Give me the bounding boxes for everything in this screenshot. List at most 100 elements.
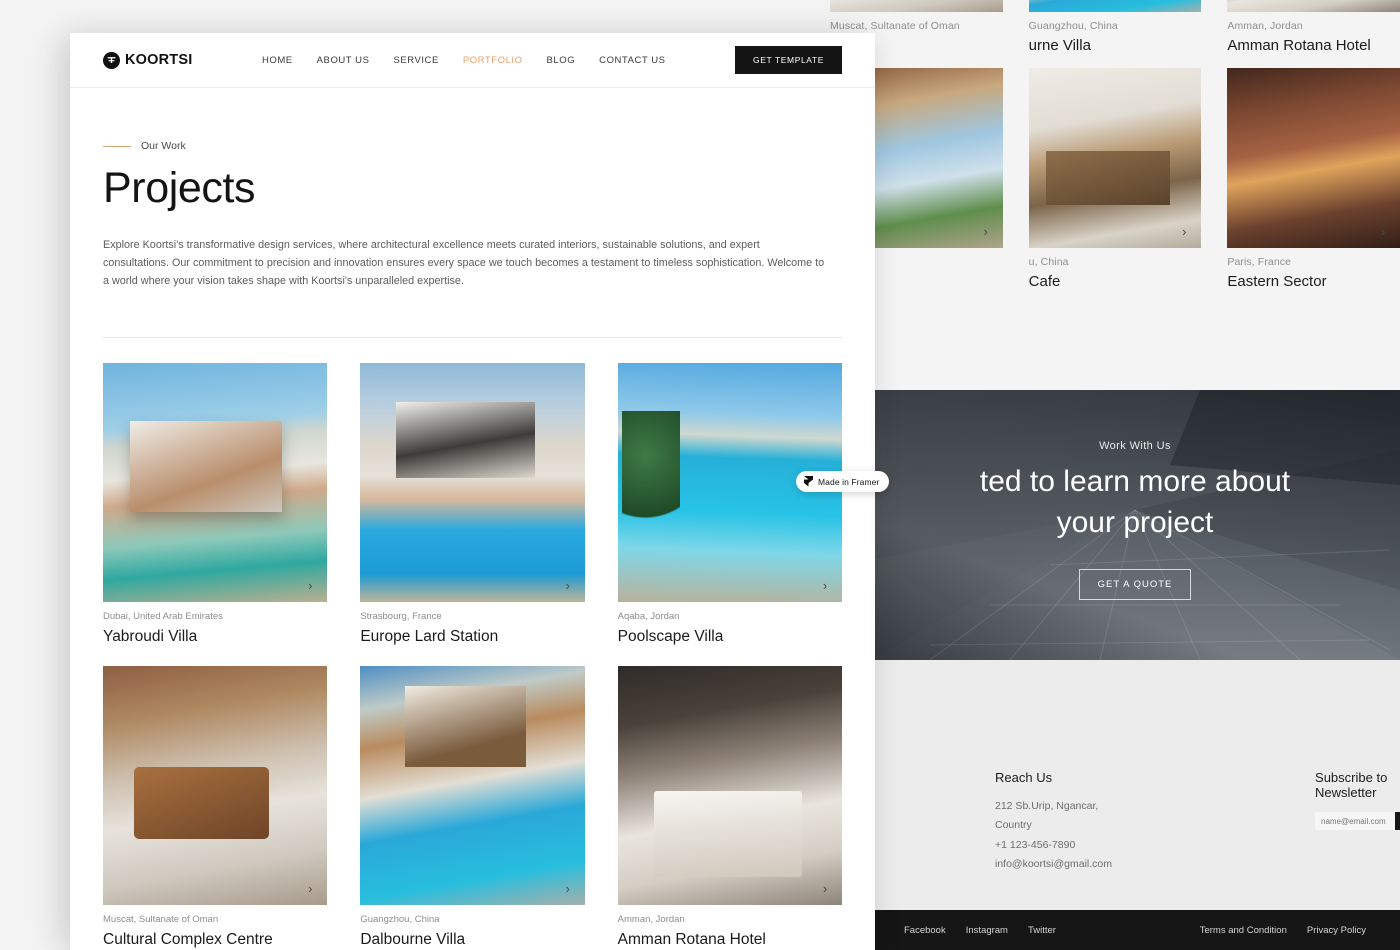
nav-link-service[interactable]: SERVICE	[393, 55, 438, 66]
footer-newsletter-heading: Subscribe to Newsletter	[1315, 770, 1388, 800]
footer-address: 212 Sb.Urip, Ngancar, Country	[995, 800, 1099, 832]
footer-phone: +1 123-456-7890	[995, 838, 1076, 851]
project-image: ›	[103, 666, 328, 906]
background-project-image: ›	[1227, 0, 1400, 12]
project-image: ›	[617, 666, 842, 906]
background-project-card[interactable]: › Paris, France Eastern Sector	[1227, 68, 1400, 290]
background-project-image: ›	[830, 0, 1003, 12]
background-project-card[interactable]: › u, China Cafe	[1028, 68, 1202, 290]
koortsi-logo-icon	[103, 51, 120, 69]
background-project-image: ›	[1028, 68, 1202, 248]
project-location: Amman, Jordan	[617, 914, 685, 926]
nav-link-contact-us[interactable]: CONTACT US	[599, 55, 665, 66]
project-photo	[360, 363, 585, 603]
newsletter-email-input[interactable]	[1315, 812, 1396, 830]
chevron-right-icon[interactable]: ›	[1372, 0, 1394, 6]
project-card[interactable]: › Guangzhou, China Dalbourne Villa	[360, 666, 585, 949]
chevron-right-icon[interactable]: ›	[814, 574, 836, 596]
background-project-location: Muscat, Sultanate of Oman	[830, 20, 960, 32]
eyebrow-rule	[103, 145, 131, 147]
site-navbar: KOORTSI HOME ABOUT US SERVICE PORTFOLIO BLOG…	[70, 33, 875, 88]
chevron-right-icon[interactable]: ›	[1173, 0, 1195, 6]
background-project-title: urne Villa	[1028, 37, 1091, 54]
legal-link-privacy-policy[interactable]: Privacy Policy	[1307, 925, 1366, 936]
get-a-quote-button[interactable]: GET A QUOTE	[1078, 569, 1192, 600]
project-card[interactable]: › Strasbourg, France Europe Lard Station	[360, 363, 585, 646]
framer-logo-icon	[804, 476, 813, 487]
newsletter-subscribe-button[interactable]: Subscribe	[1395, 812, 1400, 830]
nav-link-home[interactable]: HOME	[262, 55, 293, 66]
social-link-twitter[interactable]: Twitter	[1028, 925, 1056, 936]
background-project-meta: u, China Cafe	[1029, 248, 1202, 290]
background-row-2: › › u, China Cafe › Paris, France Eastern Sect…	[830, 68, 1400, 290]
logo[interactable]: KOORTSI	[103, 51, 192, 69]
hero-eyebrow: Our Work	[103, 140, 842, 152]
project-photo	[103, 666, 328, 906]
chevron-right-icon[interactable]: ›	[1173, 220, 1195, 242]
chevron-right-icon[interactable]: ›	[299, 574, 321, 596]
project-image: ›	[360, 363, 585, 603]
project-photo	[617, 666, 842, 906]
background-project-location: Paris, France	[1227, 256, 1292, 268]
nav-link-about-us[interactable]: ABOUT US	[317, 55, 370, 66]
background-project-meta: Amman, Jordan Amman Rotana Hotel	[1227, 12, 1400, 54]
nav-link-portfolio[interactable]: PORTFOLIO	[463, 55, 523, 66]
project-title: Dalbourne Villa	[360, 931, 466, 949]
chevron-right-icon[interactable]: ›	[975, 220, 997, 242]
social-link-instagram[interactable]: Instagram	[966, 925, 1008, 936]
background-project-image: ›	[1028, 0, 1202, 12]
project-location: Dubai, United Arab Emirates	[103, 611, 223, 623]
project-card[interactable]: › Muscat, Sultanate of Oman Cultural Compl…	[103, 666, 328, 949]
framer-badge-label: Made in Framer	[818, 476, 880, 487]
background-portfolio-grid: › Muscat, Sultanate of Oman › Guangzhou, Ch…	[830, 0, 1400, 388]
page-hero: Our Work Projects Explore Koortsi's tran…	[70, 88, 875, 290]
primary-navigation: HOME ABOUT US SERVICE PORTFOLIO BLOG CONTACT …	[262, 55, 666, 66]
background-footer: Reach Us 212 Sb.Urip, Ngancar, Country +…	[830, 660, 1400, 910]
page-title: Projects	[103, 164, 256, 212]
chevron-right-icon[interactable]: ›	[557, 574, 579, 596]
background-project-title: Amman Rotana Hotel	[1227, 37, 1371, 54]
project-title: Poolscape Villa	[617, 628, 724, 646]
made-in-framer-badge[interactable]: Made in Framer	[796, 471, 890, 492]
background-project-location: Amman, Jordan	[1227, 20, 1303, 32]
chevron-right-icon[interactable]: ›	[1372, 220, 1394, 242]
background-project-location: Guangzhou, China	[1028, 20, 1118, 32]
project-title: Europe Lard Station	[360, 628, 499, 646]
get-template-button[interactable]: GET TEMPLATE	[735, 46, 842, 74]
projects-page-panel: KOORTSI HOME ABOUT US SERVICE PORTFOLIO BLOG…	[70, 33, 875, 950]
project-card[interactable]: › Dubai, United Arab Emirates Yabroudi Vil…	[103, 363, 328, 646]
social-link-facebook[interactable]: Facebook	[904, 925, 946, 936]
background-project-meta: Muscat, Sultanate of Oman	[830, 12, 1003, 32]
footer-reach-us-column: Reach Us 212 Sb.Urip, Ngancar, Country +…	[995, 770, 1112, 875]
project-photo	[360, 666, 585, 906]
background-project-card[interactable]: › Guangzhou, China urne Villa	[1028, 0, 1202, 54]
background-bottom-bar: Facebook Instagram Twitter Terms and Condi…	[870, 910, 1400, 950]
background-project-title: Cafe	[1028, 273, 1061, 290]
background-row-1: › Muscat, Sultanate of Oman › Guangzhou, Ch…	[830, 0, 1400, 54]
chevron-right-icon[interactable]: ›	[814, 877, 836, 899]
footer-email: info@koortsi@gmail.com	[995, 858, 1113, 871]
project-card[interactable]: › Aqaba, Jordan Poolscape Villa	[617, 363, 842, 646]
background-project-card[interactable]: › Amman, Jordan Amman Rotana Hotel	[1227, 0, 1400, 54]
project-location: Muscat, Sultanate of Oman	[103, 914, 219, 926]
eyebrow-label: Our Work	[141, 140, 186, 152]
nav-link-blog[interactable]: BLOG	[547, 55, 576, 66]
project-location: Aqaba, Jordan	[617, 611, 680, 623]
chevron-right-icon[interactable]: ›	[557, 877, 579, 899]
footer-reach-heading: Reach Us	[995, 770, 1053, 785]
project-title: Yabroudi Villa	[103, 628, 198, 646]
project-title: Amman Rotana Hotel	[617, 931, 766, 949]
cta-headline-line1: ted to learn more about	[979, 465, 1291, 498]
background-project-meta: Guangzhou, China urne Villa	[1029, 12, 1202, 54]
chevron-right-icon[interactable]: ›	[299, 877, 321, 899]
background-project-title: Eastern Sector	[1227, 273, 1327, 290]
chevron-right-icon[interactable]: ›	[975, 0, 997, 6]
project-location: Guangzhou, China	[360, 914, 440, 926]
background-project-meta: Paris, France Eastern Sector	[1227, 248, 1400, 290]
project-card[interactable]: › Amman, Jordan Amman Rotana Hotel	[617, 666, 842, 949]
project-location: Strasbourg, France	[360, 611, 442, 623]
background-project-location: u, China	[1028, 256, 1069, 268]
project-image: ›	[360, 666, 585, 906]
legal-link-terms-and-condition[interactable]: Terms and Condition	[1200, 925, 1287, 936]
project-grid: › Dubai, United Arab Emirates Yabroudi Vil…	[70, 338, 875, 949]
